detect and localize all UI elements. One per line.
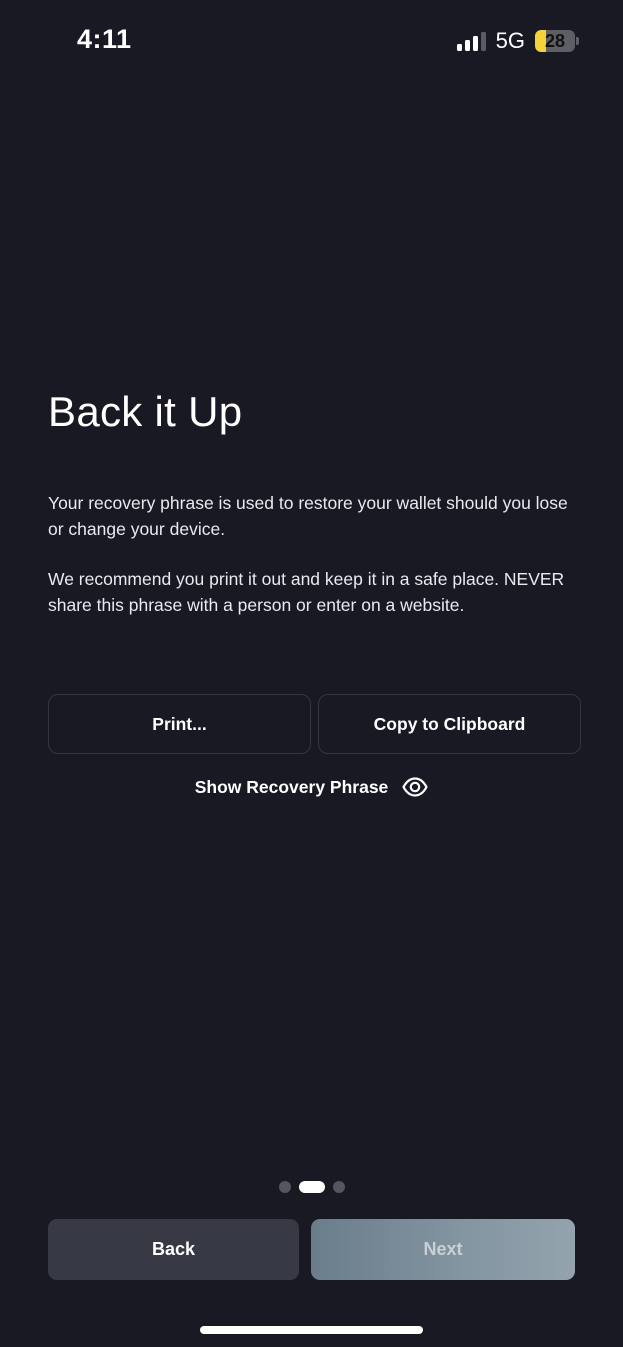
status-time: 4:11: [77, 24, 132, 54]
page-dot-active: [298, 1181, 325, 1193]
battery-icon: 28: [535, 30, 579, 52]
show-recovery-phrase-button[interactable]: Show Recovery Phrase: [0, 776, 623, 798]
back-button[interactable]: Back: [48, 1219, 299, 1280]
status-indicators: 5G 28: [456, 28, 579, 54]
page-dot: [278, 1181, 291, 1193]
battery-level: 28: [544, 30, 566, 51]
page-indicator: [0, 1181, 623, 1193]
description-text: Your recovery phrase is used to restore …: [48, 493, 568, 539]
page-dot: [332, 1181, 345, 1193]
home-indicator: [200, 1326, 423, 1334]
warning-text: We recommend you print it out and keep i…: [48, 569, 565, 615]
network-type: 5G: [495, 28, 525, 53]
backup-actions: Print... Copy to Clipboard: [48, 694, 581, 754]
show-recovery-phrase-label: Show Recovery Phrase: [194, 776, 389, 797]
signal-strength-icon: [456, 31, 486, 51]
eye-icon: [402, 777, 428, 797]
copy-to-clipboard-button[interactable]: Copy to Clipboard: [318, 694, 581, 754]
next-button[interactable]: Next: [311, 1219, 575, 1280]
page-title: Back it Up: [48, 388, 243, 435]
print-button[interactable]: Print...: [48, 694, 311, 754]
